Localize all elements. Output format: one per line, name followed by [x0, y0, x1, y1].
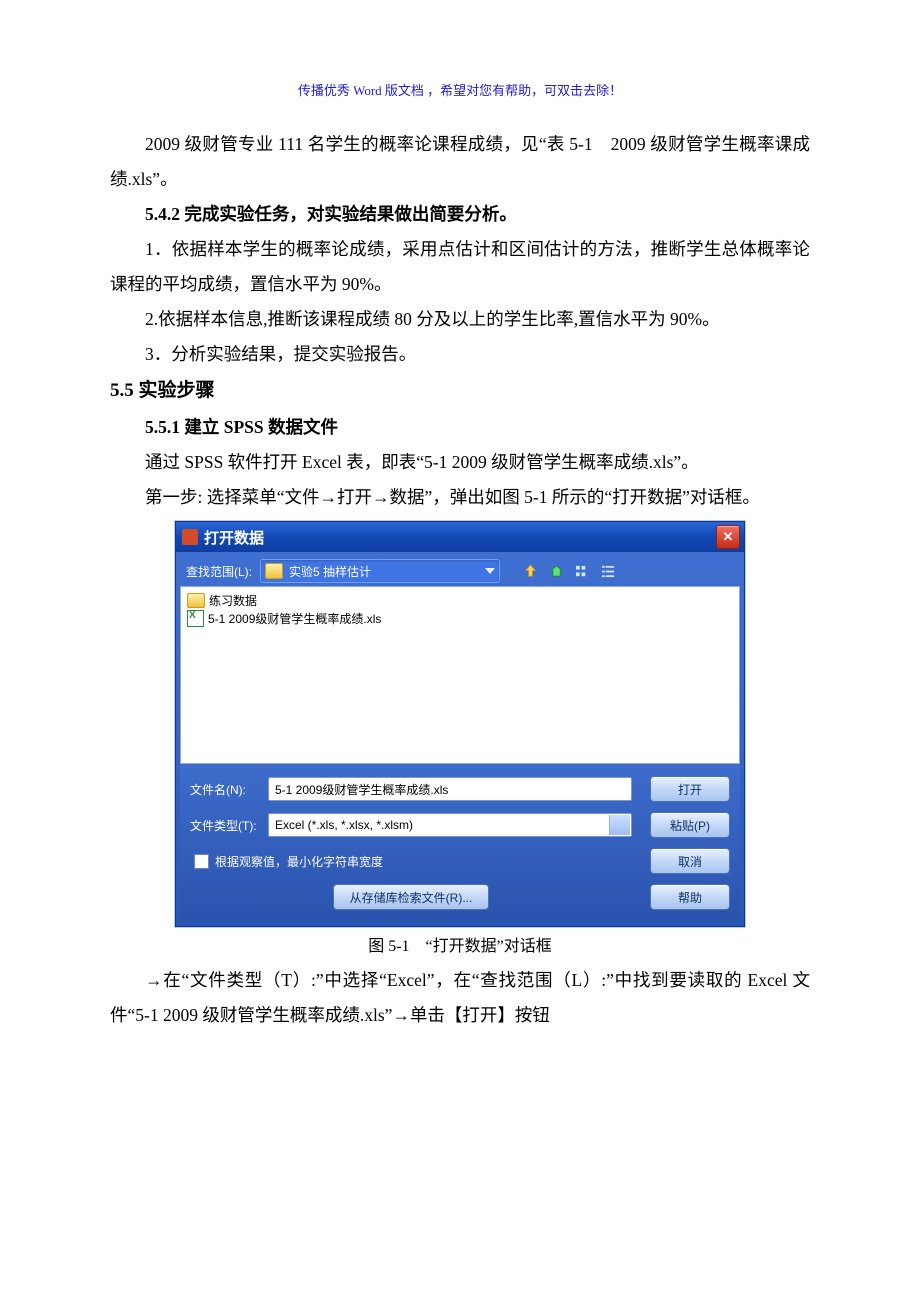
filename-input[interactable]: 5-1 2009级财管学生概率成绩.xls	[268, 777, 632, 801]
dialog-titlebar: 打开数据 ✕	[176, 522, 744, 552]
dialog-body: 查找范围(L): 实验5 抽样估计	[176, 552, 744, 926]
up-one-level-button[interactable]	[520, 561, 540, 581]
paste-button[interactable]: 粘贴(P)	[650, 812, 730, 838]
chevron-down-icon	[485, 568, 495, 574]
minimize-string-width-checkbox[interactable]	[194, 854, 209, 869]
view-list-button[interactable]	[598, 561, 618, 581]
open-button-label: 打开	[678, 781, 702, 798]
paragraph-after-figure: →在“文件类型（T）:”中选择“Excel”，在“查找范围（L）:”中找到要读取…	[110, 963, 810, 1033]
look-in-combo[interactable]: 实验5 抽样估计	[260, 559, 500, 583]
look-in-label: 查找范围(L):	[186, 563, 252, 580]
look-in-row: 查找范围(L): 实验5 抽样估计	[180, 556, 740, 586]
close-icon: ✕	[723, 529, 734, 545]
heading-5-5: 5.5 实验步骤	[110, 372, 810, 410]
checkbox-label: 根据观察值，最小化字符串宽度	[215, 853, 383, 870]
figure-caption-5-1: 图 5-1 “打开数据”对话框	[110, 931, 810, 963]
open-button[interactable]: 打开	[650, 776, 730, 802]
view-icons-button[interactable]	[572, 561, 592, 581]
toolbar-icons	[520, 561, 618, 581]
folder-icon	[265, 563, 283, 579]
dialog-lower-panel: 文件名(N): 5-1 2009级财管学生概率成绩.xls 打开 文件类型(T)…	[180, 764, 740, 922]
folder-icon	[187, 593, 205, 608]
paragraph-intro: 2009 级财管专业 111 名学生的概率论课程成绩，见“表 5-1 2009 …	[110, 127, 810, 197]
file-list-pane[interactable]: 练习数据 5-1 2009级财管学生概率成绩.xls	[180, 586, 740, 764]
filetype-combo[interactable]: Excel (*.xls, *.xlsx, *.xlsm)	[268, 813, 632, 837]
heading-5-5-1: 5.5.1 建立 SPSS 数据文件	[110, 410, 810, 445]
retrieve-button-label: 从存储库检索文件(R)...	[350, 889, 473, 906]
filetype-value: Excel (*.xls, *.xlsx, *.xlsm)	[275, 818, 413, 832]
file-name: 5-1 2009级财管学生概率成绩.xls	[208, 610, 381, 627]
store-button-row: 从存储库检索文件(R)...	[190, 884, 632, 910]
excel-file-icon	[187, 610, 204, 627]
document-page: 传播优秀 Word 版文档 ，希望对您有帮助，可双击去除！ 2009 级财管专业…	[0, 0, 920, 1302]
cancel-button[interactable]: 取消	[650, 848, 730, 874]
spss-app-icon	[182, 529, 198, 545]
file-item-excel[interactable]: 5-1 2009级财管学生概率成绩.xls	[187, 609, 733, 627]
file-item-folder[interactable]: 练习数据	[187, 591, 733, 609]
paragraph-open-excel: 通过 SPSS 软件打开 Excel 表，即表“5-1 2009 级财管学生概率…	[110, 445, 810, 480]
minimize-string-width-row: 根据观察值，最小化字符串宽度	[190, 853, 632, 870]
chevron-down-icon	[616, 822, 624, 827]
close-button[interactable]: ✕	[716, 525, 740, 549]
dialog-title: 打开数据	[204, 527, 710, 548]
look-in-value: 实验5 抽样估计	[289, 563, 371, 580]
file-name: 练习数据	[209, 592, 257, 609]
help-button[interactable]: 帮助	[650, 884, 730, 910]
filename-value: 5-1 2009级财管学生概率成绩.xls	[275, 781, 448, 798]
paragraph-task-3: 3．分析实验结果，提交实验报告。	[110, 337, 810, 372]
retrieve-from-repository-button[interactable]: 从存储库检索文件(R)...	[333, 884, 490, 910]
filename-label: 文件名(N):	[190, 781, 260, 798]
paragraph-task-1: 1．依据样本学生的概率论成绩，采用点估计和区间估计的方法，推断学生总体概率论课程…	[110, 232, 810, 302]
filetype-label: 文件类型(T):	[190, 817, 260, 834]
header-banner: 传播优秀 Word 版文档 ，希望对您有帮助，可双击去除！	[110, 80, 810, 99]
paste-button-label: 粘贴(P)	[670, 817, 710, 834]
cancel-button-label: 取消	[678, 853, 702, 870]
open-data-dialog: 打开数据 ✕ 查找范围(L): 实验5 抽样估计	[175, 521, 745, 927]
figure-open-data-dialog: 打开数据 ✕ 查找范围(L): 实验5 抽样估计	[110, 521, 810, 927]
paragraph-step-1: 第一步: 选择菜单“文件→打开→数据”，弹出如图 5-1 所示的“打开数据”对话…	[110, 480, 810, 515]
heading-5-4-2: 5.4.2 完成实验任务，对实验结果做出简要分析。	[110, 197, 810, 232]
home-button[interactable]	[546, 561, 566, 581]
paragraph-task-2: 2.依据样本信息,推断该课程成绩 80 分及以上的学生比率,置信水平为 90%。	[110, 302, 810, 337]
help-button-label: 帮助	[678, 889, 702, 906]
